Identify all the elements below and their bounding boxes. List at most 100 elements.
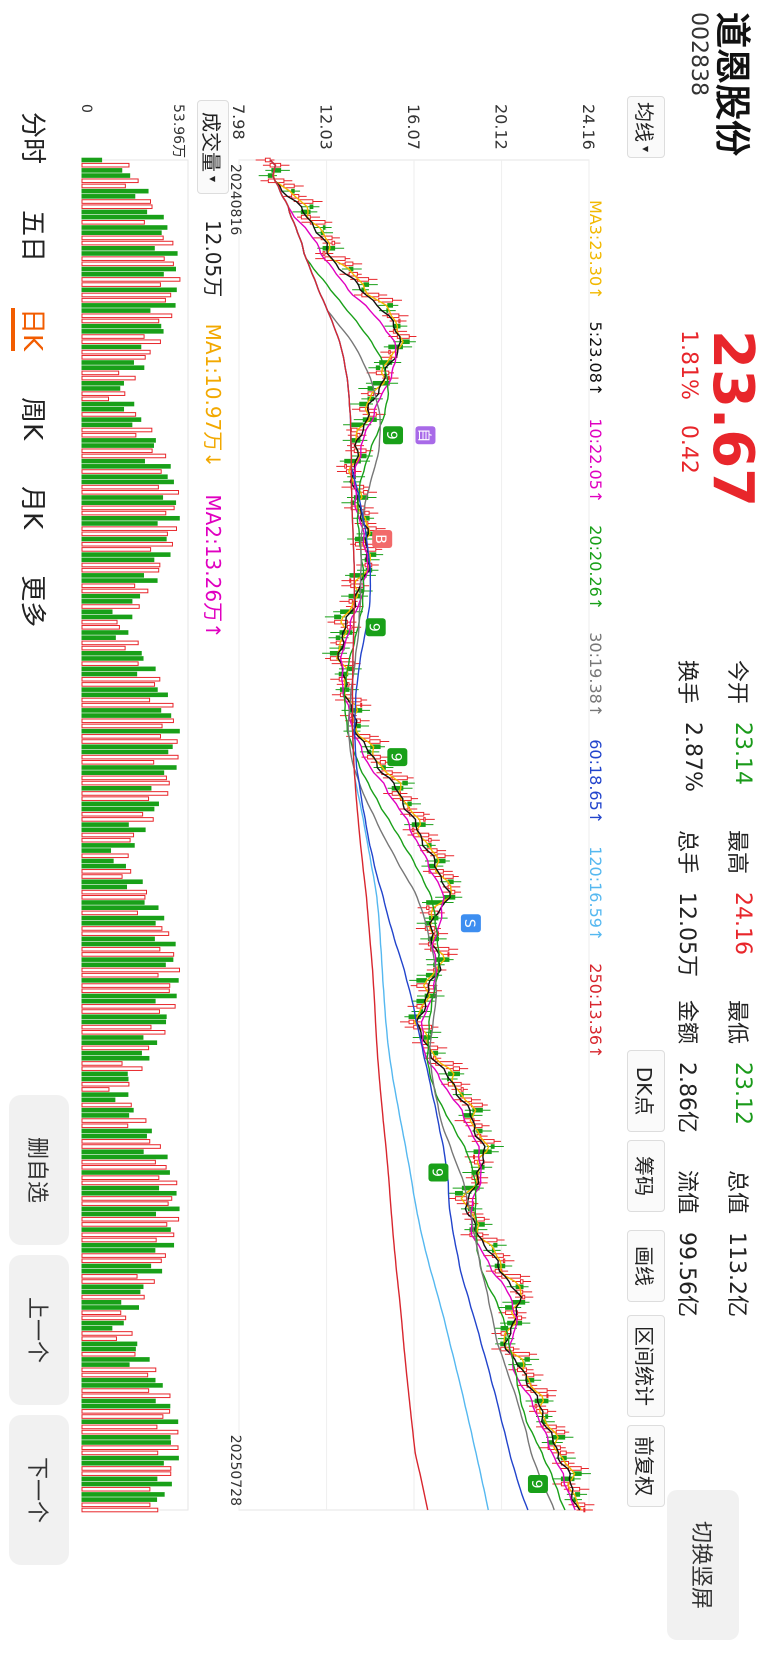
candle-body — [349, 578, 352, 583]
candle-body — [428, 837, 432, 843]
volume-bar — [81, 1253, 166, 1258]
volume-bar — [81, 1149, 144, 1155]
volume-bar — [81, 1123, 129, 1129]
candle-body — [408, 1019, 415, 1025]
volume-bar — [81, 853, 129, 859]
volume-bar — [81, 251, 178, 256]
chart-marker-6[interactable]: 9 — [428, 1163, 449, 1182]
volume-bar — [81, 1289, 141, 1295]
change-amount: 0.42 — [676, 424, 701, 474]
candle-body — [546, 1393, 549, 1399]
candle-body — [334, 614, 342, 620]
volume-bar — [81, 1445, 179, 1450]
volume-bar — [81, 708, 162, 713]
volume-chart[interactable]: 53.96万 0 — [76, 100, 194, 1520]
volume-bar — [81, 1507, 159, 1513]
candle-body — [423, 817, 426, 822]
range-stat-button[interactable]: 区间统计 — [627, 1315, 665, 1417]
volume-bar — [81, 1024, 152, 1030]
volume-bar — [81, 515, 180, 521]
volume-bar — [81, 785, 152, 791]
volume-bar — [81, 775, 167, 781]
volume-bar — [81, 1274, 138, 1279]
ma-select[interactable]: 均线 ▾ — [627, 96, 665, 158]
volume-bar — [81, 303, 176, 308]
volume-bar — [81, 650, 142, 656]
volume-bar — [81, 1066, 143, 1071]
adjust-button[interactable]: 前复权 — [627, 1425, 665, 1507]
volume-bar — [81, 1284, 144, 1290]
volume-bar — [81, 988, 170, 994]
volume-bar — [81, 1377, 156, 1383]
stock-change: 1.81% 0.42 — [676, 330, 701, 474]
volume-bar — [81, 297, 166, 303]
candle-body — [454, 1190, 463, 1196]
candle-body — [522, 1294, 526, 1300]
volume-bar — [81, 391, 126, 396]
volume-bar — [81, 562, 161, 568]
volume-bar — [81, 448, 153, 454]
volume-bar — [81, 702, 174, 708]
chart-marker-3[interactable]: 9 — [383, 426, 404, 445]
tab-3[interactable]: 周K — [17, 397, 47, 440]
chart-marker-4[interactable]: 9 — [366, 618, 386, 637]
previous-stock-button[interactable]: 上一个 — [9, 1255, 69, 1405]
chart-marker-1[interactable]: B — [372, 530, 393, 549]
chart-marker-5[interactable]: 9 — [387, 748, 408, 767]
candle-body — [350, 427, 358, 433]
volume-bar — [81, 1014, 167, 1020]
volume-bar — [81, 1294, 145, 1300]
candle-body — [411, 827, 415, 833]
chip-button[interactable]: 筹码 — [627, 1140, 665, 1212]
remove-watchlist-button[interactable]: 删自选 — [9, 1095, 69, 1245]
volume-bar — [81, 754, 179, 760]
stat-label: 流值 — [674, 1170, 699, 1215]
volume-bar — [81, 1248, 156, 1253]
volume-bar — [81, 1351, 136, 1357]
draw-line-button[interactable]: 画线 — [627, 1230, 665, 1302]
volume-bar — [81, 256, 165, 261]
volume-bar — [81, 188, 149, 194]
tab-5[interactable]: 更多 — [17, 575, 47, 627]
volume-bar — [81, 1242, 175, 1248]
volume-bar — [81, 941, 176, 947]
volume-bar — [81, 952, 175, 957]
volume-bar — [81, 619, 118, 625]
next-stock-button[interactable]: 下一个 — [9, 1415, 69, 1565]
volume-select[interactable]: 成交量 ▾ — [197, 100, 229, 194]
tab-0[interactable]: 分时 — [17, 112, 47, 164]
candle-body — [387, 375, 390, 381]
svg-text:9: 9 — [387, 753, 403, 762]
volume-bar — [81, 1393, 171, 1399]
volume-bar — [81, 1019, 167, 1025]
stat-label: 最低 — [724, 1000, 749, 1045]
volume-bar — [81, 308, 151, 313]
volume-bar — [81, 1180, 178, 1186]
volume-bar — [81, 1419, 179, 1425]
volume-bar — [81, 895, 146, 900]
candle-body — [407, 801, 412, 807]
candle-body — [517, 1315, 523, 1321]
chart-marker-7[interactable]: 9 — [527, 1475, 548, 1494]
volume-bar — [81, 1232, 175, 1238]
candle-body — [473, 1154, 476, 1160]
volume-bar — [81, 240, 174, 246]
volume-bar — [81, 1466, 172, 1471]
tab-4[interactable]: 月K — [17, 486, 47, 529]
candle-body — [552, 1435, 566, 1440]
volume-bar — [81, 355, 146, 360]
volume-bar — [81, 1004, 176, 1009]
volume-bar — [81, 505, 175, 511]
tab-2[interactable]: 日K — [11, 308, 47, 352]
switch-portrait-button[interactable]: 切换竖屏 — [667, 1490, 739, 1640]
chart-marker-0[interactable]: 自 — [415, 426, 436, 445]
dk-point-button[interactable]: DK点 — [627, 1050, 665, 1132]
tab-1[interactable]: 五日 — [17, 210, 47, 262]
volume-bar — [81, 1035, 144, 1040]
volume-bar — [81, 920, 156, 926]
chart-marker-2[interactable]: S — [460, 914, 481, 933]
volume-bar — [81, 998, 156, 1004]
kline-chart[interactable]: 24.16 20.12 16.07 12.03 7.98 自 B S 9 9 9 9 9 20240816… — [229, 100, 599, 1520]
volume-bar — [81, 1139, 151, 1144]
stat-value: 24.16 — [730, 892, 755, 955]
